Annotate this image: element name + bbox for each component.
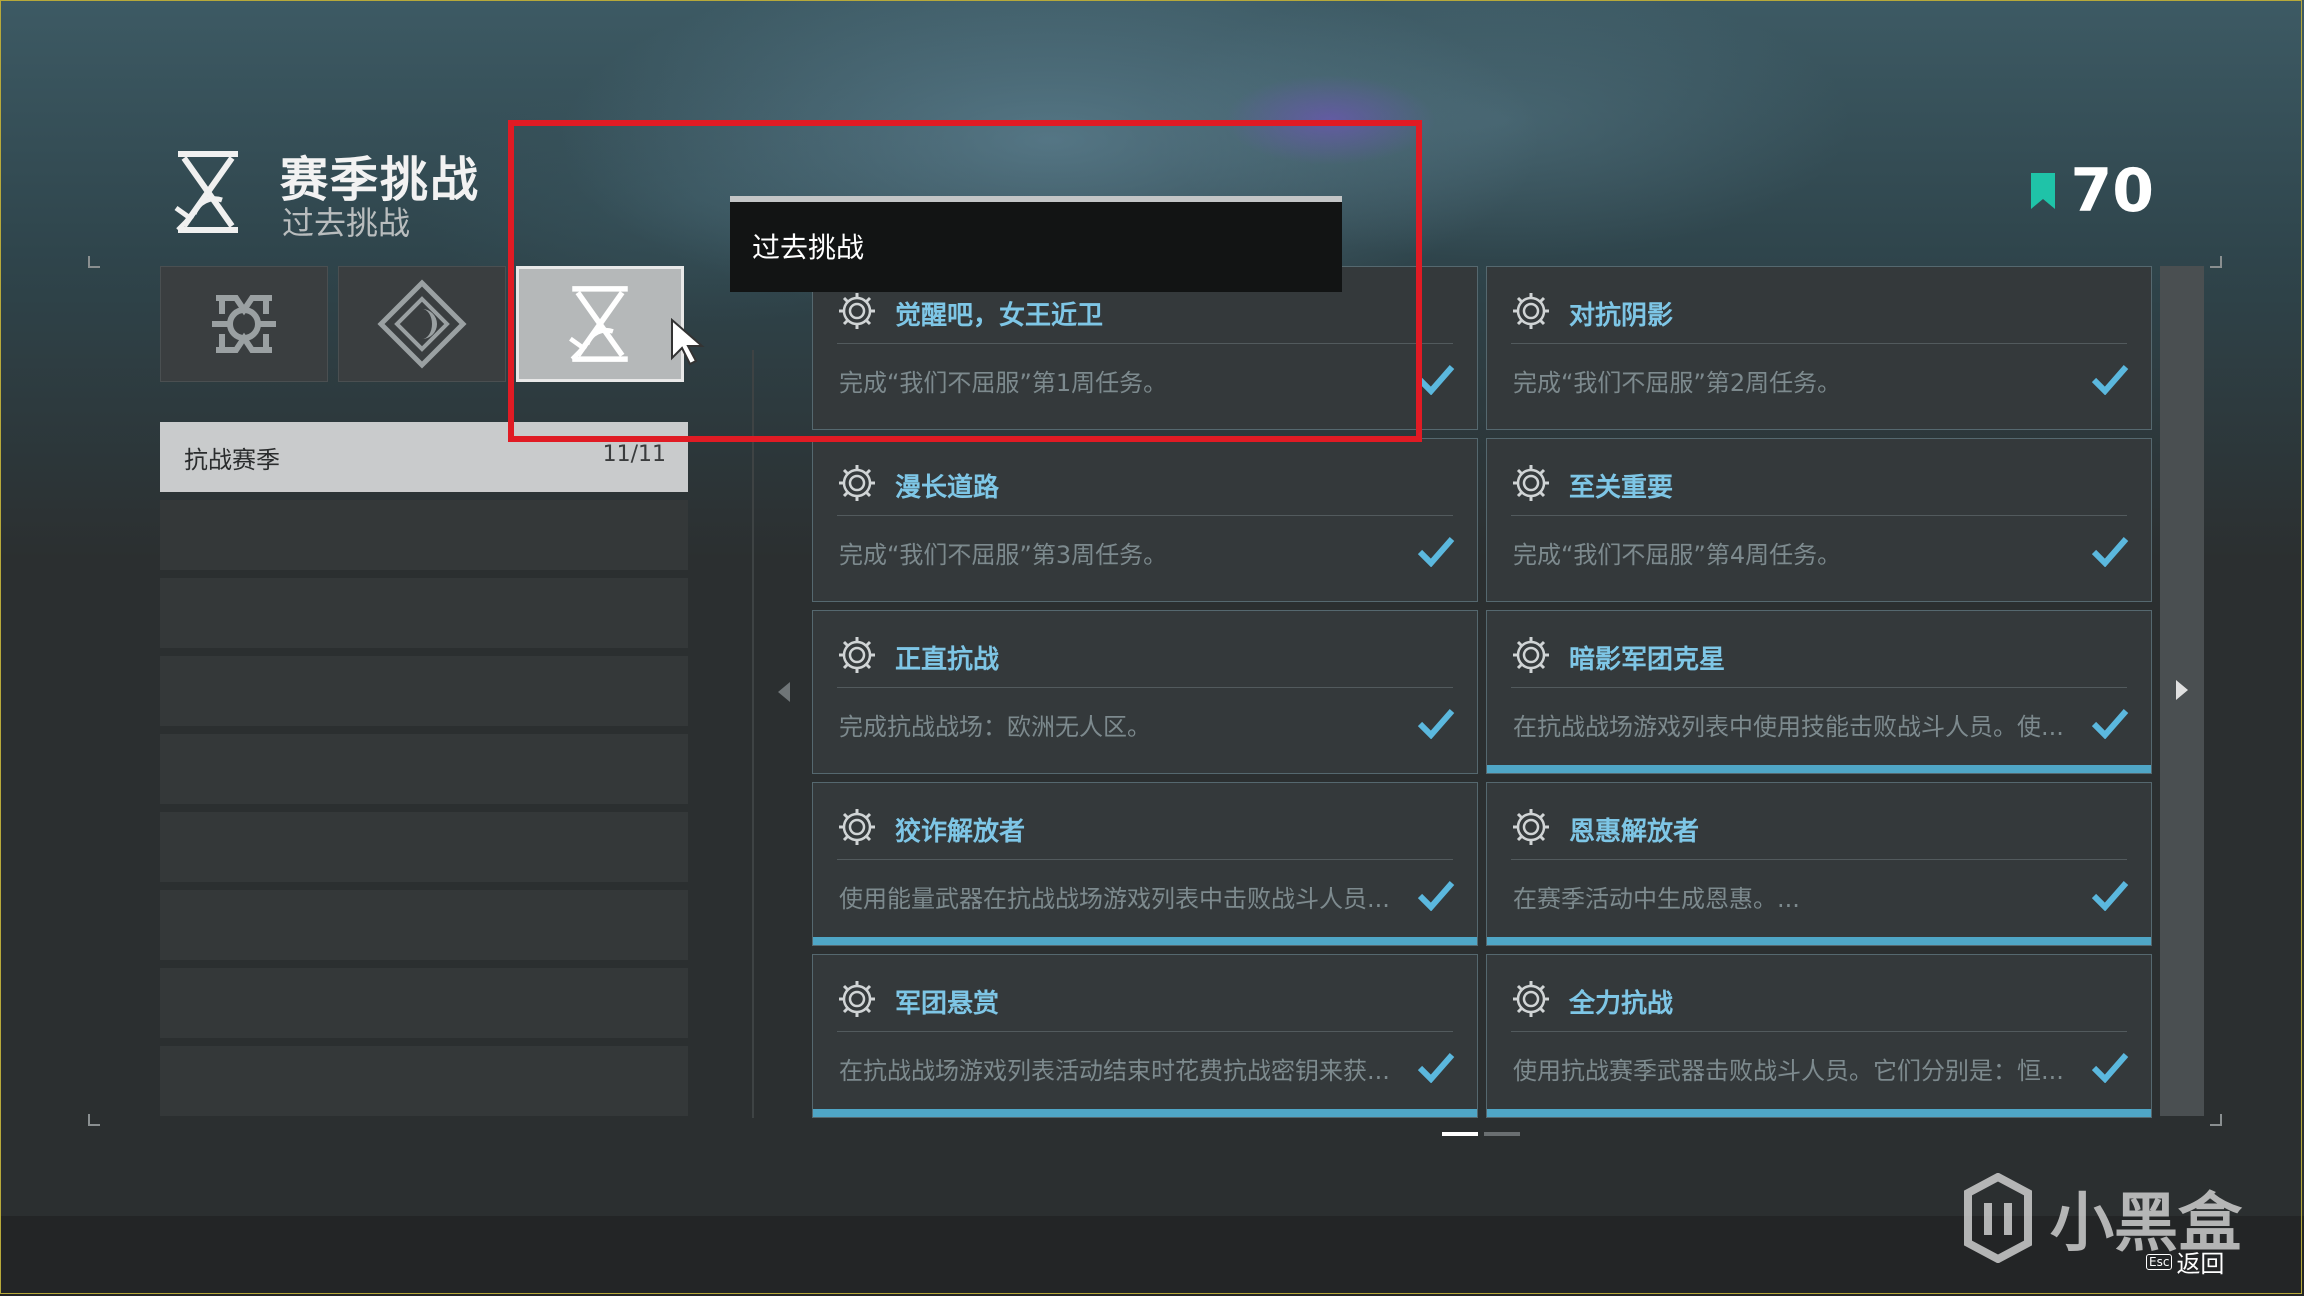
list-item-empty: [160, 578, 688, 648]
bookmark-icon: [2030, 173, 2055, 209]
back-button[interactable]: Esc 返回: [2146, 1244, 2224, 1279]
list-item-empty: [160, 812, 688, 882]
hourglass-icon: [168, 148, 248, 236]
challenge-card[interactable]: 军团悬赏在抗战战场游戏列表活动结束时花费抗战密钥来获...: [812, 954, 1478, 1118]
list-item-empty: [160, 890, 688, 960]
challenge-gear-icon: [837, 979, 877, 1019]
corner-bracket: [2210, 256, 2222, 268]
challenge-card[interactable]: 对抗阴影完成“我们不屈服”第2周任务。: [1486, 266, 2152, 430]
challenge-title: 正直抗战: [895, 645, 1000, 675]
challenge-gear-icon: [1511, 979, 1551, 1019]
list-item-count: 11/11: [602, 442, 666, 467]
currency-value: 70: [2070, 156, 2155, 226]
checkmark-icon: [2091, 707, 2129, 740]
challenge-description: 完成“我们不屈服”第4周任务。: [1513, 541, 1842, 569]
checkmark-icon: [2091, 1051, 2129, 1084]
challenge-gear-icon: [837, 807, 877, 847]
tab-clan[interactable]: [160, 266, 328, 382]
challenge-card[interactable]: 至关重要完成“我们不屈服”第4周任务。: [1486, 438, 2152, 602]
card-separator: [1511, 687, 2127, 688]
corner-bracket: [88, 1114, 100, 1126]
list-item-empty: [160, 656, 688, 726]
page-prev-arrow-icon[interactable]: [778, 682, 790, 702]
challenge-card[interactable]: 正直抗战完成抗战战场：欧洲无人区。: [812, 610, 1478, 774]
checkmark-icon: [2091, 535, 2129, 568]
challenge-gear-icon: [837, 463, 877, 503]
card-separator: [1511, 515, 2127, 516]
challenge-title: 对抗阴影: [1569, 301, 1674, 331]
progress-bar: [813, 937, 1477, 945]
annotation-highlight-box: [508, 120, 1422, 442]
tab-seasonal[interactable]: [338, 266, 506, 382]
checkmark-icon: [1417, 363, 1455, 396]
esc-key-icon: Esc: [2146, 1253, 2173, 1270]
checkmark-icon: [1417, 1051, 1455, 1084]
pager-dot-1[interactable]: [1442, 1132, 1478, 1136]
card-separator: [837, 687, 1453, 688]
panel-divider: [752, 350, 754, 1118]
challenge-description: 完成“我们不屈服”第3周任务。: [839, 541, 1168, 569]
list-item-empty: [160, 734, 688, 804]
progress-bar: [1487, 765, 2151, 773]
challenge-card[interactable]: 全力抗战使用抗战赛季武器击败战斗人员。它们分别是：恒...: [1486, 954, 2152, 1118]
challenge-card[interactable]: 恩惠解放者在赛季活动中生成恩惠。...: [1486, 782, 2152, 946]
list-item-label: 抗战赛季: [184, 446, 280, 474]
challenge-title: 至关重要: [1569, 473, 1674, 503]
challenge-card[interactable]: 漫长道路完成“我们不屈服”第3周任务。: [812, 438, 1478, 602]
challenge-title: 军团悬赏: [895, 989, 1000, 1019]
challenge-card[interactable]: 狡诈解放者使用能量武器在抗战战场游戏列表中击败战斗人员...: [812, 782, 1478, 946]
challenge-gear-icon: [1511, 635, 1551, 675]
checkmark-icon: [1417, 535, 1455, 568]
currency-display: 70: [2029, 156, 2155, 226]
checkmark-icon: [1417, 879, 1455, 912]
card-separator: [1511, 1031, 2127, 1032]
checkmark-icon: [1417, 707, 1455, 740]
challenge-title: 漫长道路: [895, 473, 1000, 503]
card-separator: [837, 1031, 1453, 1032]
card-separator: [1511, 859, 2127, 860]
card-separator: [837, 515, 1453, 516]
page-subtitle: 过去挑战: [282, 204, 411, 242]
page-next-arrow-icon[interactable]: [2176, 680, 2188, 700]
challenge-description: 在抗战战场游戏列表中使用技能击败战斗人员。使...: [1513, 713, 2064, 741]
challenge-description: 在赛季活动中生成恩惠。...: [1513, 885, 1800, 913]
checkmark-icon: [2091, 879, 2129, 912]
challenge-card[interactable]: 暗影军团克星在抗战战场游戏列表中使用技能击败战斗人员。使...: [1486, 610, 2152, 774]
corner-bracket: [2210, 1114, 2222, 1126]
challenge-description: 使用能量武器在抗战战场游戏列表中击败战斗人员...: [839, 885, 1390, 913]
list-item-empty: [160, 968, 688, 1038]
challenge-title: 全力抗战: [1569, 989, 1674, 1019]
challenge-description: 在抗战战场游戏列表活动结束时花费抗战密钥来获...: [839, 1057, 1390, 1085]
list-item-empty: [160, 500, 688, 570]
clan-emblem-icon: [212, 295, 276, 353]
back-label: 返回: [2176, 1250, 2225, 1278]
card-separator: [837, 859, 1453, 860]
challenge-gear-icon: [1511, 807, 1551, 847]
pager-dot-2[interactable]: [1484, 1132, 1520, 1136]
challenge-description: 使用抗战赛季武器击败战斗人员。它们分别是：恒...: [1513, 1057, 2064, 1085]
list-item-empty: [160, 1046, 688, 1116]
heybox-logo-icon: [1964, 1173, 2032, 1263]
diamond-eye-icon: [377, 279, 467, 369]
progress-bar: [1487, 937, 2151, 945]
challenge-title: 恩惠解放者: [1569, 817, 1700, 847]
checkmark-icon: [2091, 363, 2129, 396]
corner-bracket: [88, 256, 100, 268]
challenge-title: 暗影军团克星: [1569, 645, 1726, 675]
progress-bar: [1487, 1109, 2151, 1117]
card-separator: [1511, 343, 2127, 344]
challenge-description: 完成抗战战场：欧洲无人区。: [839, 713, 1151, 741]
progress-bar: [813, 1109, 1477, 1117]
challenge-title: 狡诈解放者: [895, 817, 1026, 847]
challenge-gear-icon: [1511, 291, 1551, 331]
challenge-gear-icon: [837, 635, 877, 675]
challenge-gear-icon: [1511, 463, 1551, 503]
challenge-description: 完成“我们不屈服”第2周任务。: [1513, 369, 1842, 397]
